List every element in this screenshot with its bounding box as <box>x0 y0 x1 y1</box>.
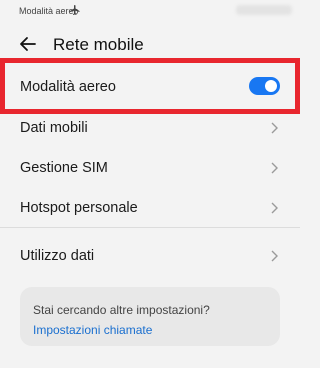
airplane-mode-label: Modalità aereo <box>20 79 116 95</box>
arrow-left-icon[interactable] <box>18 34 38 54</box>
mobile-data-label: Dati mobili <box>20 120 88 136</box>
sim-management-label: Gestione SIM <box>20 160 108 176</box>
status-icons <box>236 5 292 15</box>
chevron-right-icon <box>271 202 278 214</box>
data-usage-row[interactable]: Utilizzo dati <box>0 236 300 276</box>
chevron-right-icon <box>271 162 278 174</box>
chevron-right-icon <box>271 122 278 134</box>
section-divider <box>0 227 300 228</box>
personal-hotspot-label: Hotspot personale <box>20 200 138 216</box>
personal-hotspot-row[interactable]: Hotspot personale <box>0 188 300 228</box>
airplane-mode-row[interactable]: Modalità aereo <box>0 58 300 114</box>
sim-management-row[interactable]: Gestione SIM <box>0 148 300 188</box>
mobile-data-row[interactable]: Dati mobili <box>0 108 300 148</box>
suggestion-text: Stai cercando altre impostazioni? <box>33 303 210 317</box>
call-settings-link[interactable]: Impostazioni chiamate <box>33 323 152 337</box>
toggle-knob <box>265 80 277 92</box>
airplane-icon <box>70 5 80 15</box>
airplane-mode-toggle[interactable] <box>249 77 280 95</box>
chevron-right-icon <box>271 250 278 262</box>
page-title: Rete mobile <box>53 35 144 54</box>
status-bar: Modalità aereo <box>0 0 300 22</box>
data-usage-label: Utilizzo dati <box>20 248 95 264</box>
suggestion-card: Stai cercando altre impostazioni? Impost… <box>20 287 280 346</box>
header: Rete mobile <box>0 26 300 62</box>
